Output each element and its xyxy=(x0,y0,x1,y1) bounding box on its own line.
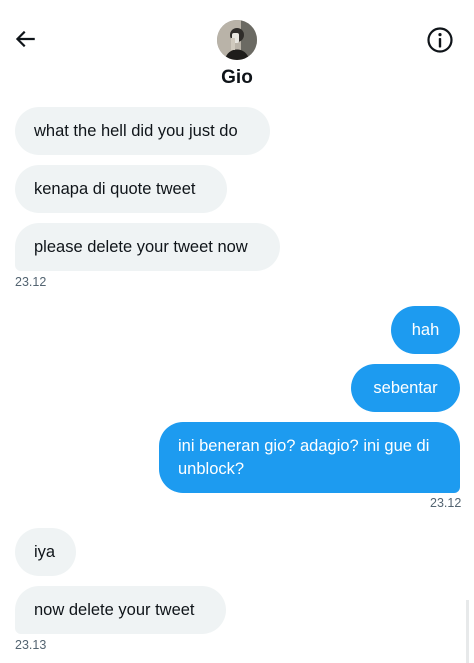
message-timestamp: 23.12 xyxy=(15,275,47,289)
scrollbar[interactable] xyxy=(466,600,469,663)
message-bubble-incoming[interactable]: iya xyxy=(15,528,76,576)
message-text: ini beneran gio? adagio? ini gue di unbl… xyxy=(178,436,430,478)
message-bubble-incoming[interactable]: now delete your tweet xyxy=(15,586,226,634)
message-text: kenapa di quote tweet xyxy=(34,179,196,198)
message-bubble-outgoing[interactable]: sebentar xyxy=(351,364,460,412)
message-bubble-outgoing[interactable]: hah xyxy=(391,306,460,354)
conversation-header: Gio xyxy=(0,0,474,100)
message-text: iya xyxy=(34,542,56,561)
back-button[interactable] xyxy=(10,24,40,54)
message-bubble-outgoing[interactable]: ini beneran gio? adagio? ini gue di unbl… xyxy=(159,422,460,493)
message-text: sebentar xyxy=(373,378,438,397)
message-text: please delete your tweet now xyxy=(34,237,248,256)
message-text: what the hell did you just do xyxy=(34,121,238,140)
message-text: hah xyxy=(411,320,440,339)
message-bubble-incoming[interactable]: what the hell did you just do xyxy=(15,107,270,155)
avatar[interactable] xyxy=(217,20,257,60)
contact-name[interactable]: Gio xyxy=(0,67,474,89)
message-timestamp: 23.12 xyxy=(430,496,462,510)
info-circle-icon xyxy=(427,27,453,53)
message-bubble-incoming[interactable]: kenapa di quote tweet xyxy=(15,165,227,213)
message-text: now delete your tweet xyxy=(34,600,195,619)
arrow-left-icon xyxy=(15,30,35,48)
info-button[interactable] xyxy=(424,24,456,56)
message-bubble-incoming[interactable]: please delete your tweet now xyxy=(15,223,280,271)
message-timestamp: 23.13 xyxy=(15,638,47,652)
